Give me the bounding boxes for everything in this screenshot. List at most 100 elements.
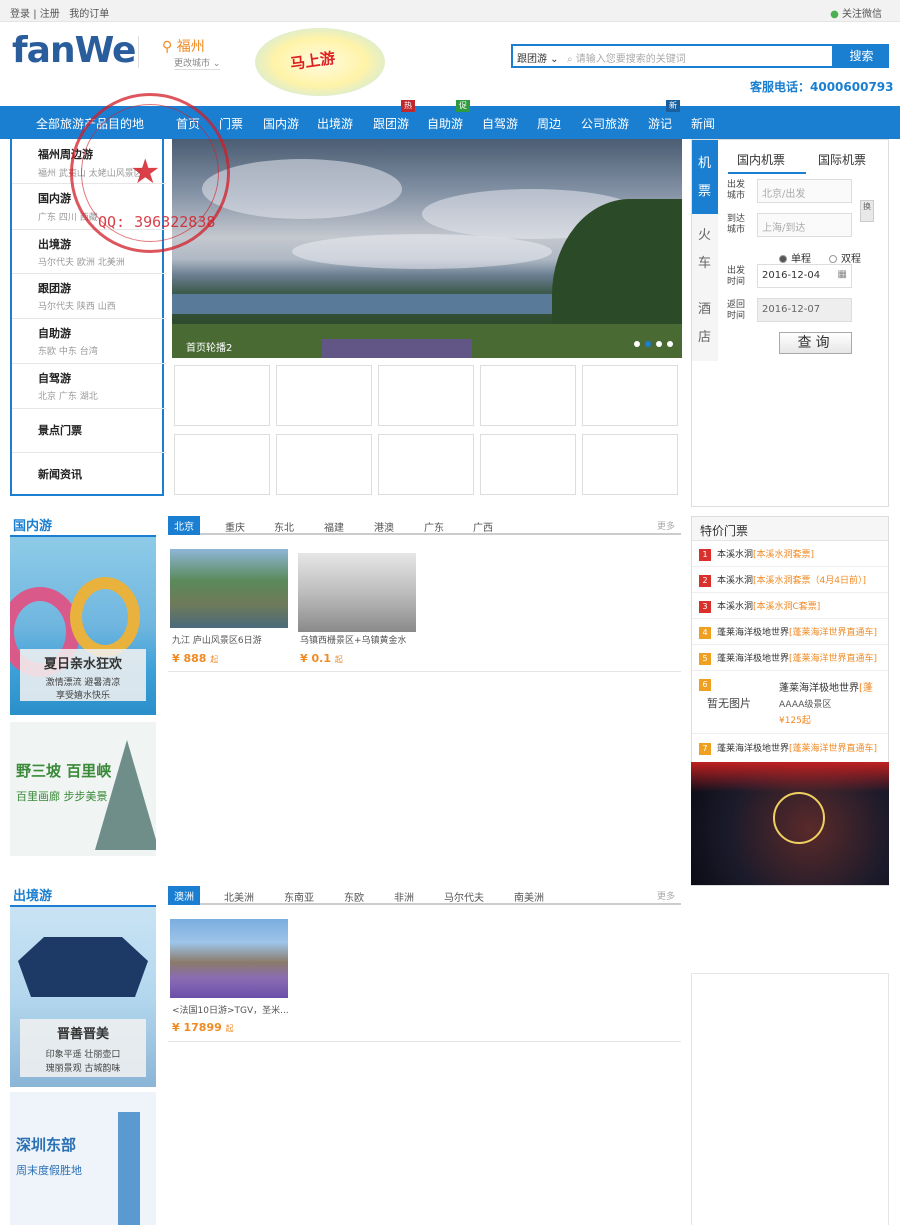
domestic-more-link[interactable]: 更多 — [657, 519, 675, 532]
special-item[interactable]: 7 蓬莱海洋极地世界[蓬莱海洋世界直通车] — [699, 741, 877, 755]
search-type-select[interactable]: 跟团游 ⌄ — [517, 50, 559, 65]
feature-tile[interactable] — [174, 434, 270, 495]
carousel-dot[interactable] — [634, 341, 640, 347]
nav-item-domestic[interactable]: 国内游 — [263, 115, 299, 132]
product-name[interactable]: <法国10日游>TGV，圣米... — [172, 1003, 289, 1016]
feature-tile[interactable] — [480, 434, 576, 495]
tab-maldives[interactable]: 马尔代夫 — [444, 889, 484, 904]
tab-domestic-flights[interactable]: 国内机票 — [737, 151, 785, 168]
nav-item-self-drive[interactable]: 自驾游 — [482, 115, 518, 132]
tab-gangao[interactable]: 港澳 — [374, 519, 394, 534]
no-image-placeholder: 暂无图片 — [707, 697, 751, 710]
feature-tile[interactable] — [174, 365, 270, 426]
shenzhen-promo[interactable]: 深圳东部 周末度假胜地 — [10, 1092, 156, 1225]
search-input[interactable]: ⌕ 请输入您要搜索的关键词 — [567, 50, 686, 65]
nav-item-group-tour[interactable]: 跟团游 — [373, 115, 409, 132]
return-date-input[interactable]: 2016-12-07 — [757, 298, 852, 322]
topbar-separator: | — [33, 9, 37, 20]
item-name: 蓬莱海洋极地世界 — [717, 744, 790, 754]
tab-dongbei[interactable]: 东北 — [274, 519, 294, 534]
tab-eastern-europe[interactable]: 东欧 — [344, 889, 364, 904]
shanxi-promo[interactable]: 晋善晋美 印象平遥 壮丽壶口 瑰丽景观 古城韵味 — [10, 907, 156, 1087]
hero-carousel[interactable] — [172, 139, 682, 358]
tab-southeast-asia[interactable]: 东南亚 — [284, 889, 314, 904]
tab-south-america[interactable]: 南美洲 — [514, 889, 544, 904]
nav-item-outbound[interactable]: 出境游 — [317, 115, 353, 132]
search-flights-button[interactable]: 查询 — [779, 332, 852, 354]
nav-item-tickets[interactable]: 门票 — [219, 115, 243, 132]
tab-hotel[interactable]: 酒店 — [698, 296, 712, 352]
change-city-link[interactable]: 更改城市 ⌄ — [174, 56, 221, 70]
tab-international-flights[interactable]: 国际机票 — [818, 151, 866, 168]
register-link[interactable]: 注册 — [40, 9, 60, 20]
lushan-photo[interactable] — [170, 549, 288, 628]
roundtrip-radio[interactable]: 双程 — [829, 250, 861, 265]
feature-tile[interactable] — [480, 365, 576, 426]
nav-item-news[interactable]: 新闻 — [691, 115, 715, 132]
special-item[interactable]: 4 蓬莱海洋极地世界[蓬莱海洋世界直通车] — [699, 625, 877, 639]
category-attraction-tickets[interactable]: 景点门票 — [38, 422, 82, 438]
category-group[interactable]: 跟团游 — [38, 280, 71, 296]
category-self-guided[interactable]: 自助游 — [38, 325, 71, 341]
product-name[interactable]: 九江 庐山风景区6日游 — [172, 633, 262, 646]
search-button[interactable]: 搜索 — [834, 44, 889, 68]
login-link[interactable]: 登录 — [10, 9, 30, 20]
site-logo[interactable]: fanWe — [12, 30, 136, 71]
special-item-expanded[interactable]: 6 — [699, 677, 717, 691]
nav-item-nearby[interactable]: 周边 — [537, 115, 561, 132]
tab-flights[interactable]: 机票 — [698, 150, 712, 206]
category-outbound[interactable]: 出境游 — [38, 236, 71, 252]
oneway-radio[interactable]: 单程 — [779, 250, 811, 265]
feature-tile[interactable] — [276, 434, 372, 495]
france-photo[interactable] — [170, 919, 288, 998]
tab-beijing[interactable]: 北京 — [168, 516, 200, 535]
city-name: 福州 — [176, 39, 205, 55]
depart-date-input[interactable]: 2016-12-04 ▦ — [757, 264, 852, 288]
nav-item-travelogue[interactable]: 游记 — [648, 115, 672, 132]
feature-tile[interactable] — [378, 365, 474, 426]
category-self-drive[interactable]: 自驾游 — [38, 370, 71, 386]
yesanpo-promo[interactable]: 野三坡 百里峡 百里画廊 步步美景 — [10, 722, 156, 856]
special-item[interactable]: 3 本溪水洞[本溪水洞C套票] — [699, 599, 820, 613]
feature-tile[interactable] — [378, 434, 474, 495]
swap-cities-button[interactable]: 换 — [860, 200, 874, 222]
special-item[interactable]: 1 本溪水洞[本溪水洞套票] — [699, 547, 814, 561]
tab-guangxi[interactable]: 广西 — [473, 519, 493, 534]
nav-item-self-guided[interactable]: 自助游 — [427, 115, 463, 132]
carousel-dot-active[interactable] — [645, 341, 651, 347]
tab-guangdong[interactable]: 广东 — [424, 519, 444, 534]
feature-tile[interactable] — [582, 434, 678, 495]
tab-africa[interactable]: 非洲 — [394, 889, 414, 904]
tab-fujian[interactable]: 福建 — [324, 519, 344, 534]
category-news[interactable]: 新闻资讯 — [38, 466, 82, 482]
feature-tile[interactable] — [582, 365, 678, 426]
carousel-dot[interactable] — [656, 341, 662, 347]
product-price: ¥ 0.1 起 — [300, 652, 343, 665]
carousel-dot[interactable] — [667, 341, 673, 347]
tab-train[interactable]: 火车 — [698, 222, 712, 278]
category-domestic[interactable]: 国内游 — [38, 190, 71, 206]
item-name-expanded[interactable]: 蓬莱海洋极地世界[蓬 — [779, 679, 889, 694]
special-item[interactable]: 2 本溪水洞[本溪水洞套票（4月4日前）] — [699, 573, 866, 587]
nav-item-company-travel[interactable]: 公司旅游 — [581, 115, 629, 132]
header-promo-banner[interactable]: 马上游 — [255, 28, 385, 96]
tab-australia[interactable]: 澳洲 — [168, 886, 200, 905]
current-city[interactable]: ⚲ 福州 — [162, 36, 205, 56]
product-name[interactable]: 乌镇西栅景区+乌镇黄金水 — [300, 633, 407, 646]
outbound-more-link[interactable]: 更多 — [657, 889, 675, 902]
feature-tile[interactable] — [276, 365, 372, 426]
amusement-park-photo[interactable] — [691, 762, 889, 885]
category-self-guided-sub[interactable]: 东欧 中东 台湾 — [38, 344, 98, 357]
tab-chongqing[interactable]: 重庆 — [225, 519, 245, 534]
my-orders-link[interactable]: 我的订单 — [69, 9, 109, 20]
follow-wechat-link[interactable]: 关注微信 — [842, 9, 882, 20]
arrive-city-input[interactable]: 上海/到达 — [757, 213, 852, 237]
tab-north-america[interactable]: 北美洲 — [224, 889, 254, 904]
category-self-drive-sub[interactable]: 北京 广东 湖北 — [38, 389, 98, 402]
category-group-sub[interactable]: 马尔代夫 陕西 山西 — [38, 299, 116, 312]
category-outbound-sub[interactable]: 马尔代夫 欧洲 北美洲 — [38, 255, 125, 268]
wuzhen-photo[interactable] — [298, 553, 416, 632]
depart-city-input[interactable]: 北京/出发 — [757, 179, 852, 203]
special-item[interactable]: 5 蓬莱海洋极地世界[蓬莱海洋世界直通车] — [699, 651, 877, 665]
summer-water-promo[interactable]: 夏日亲水狂欢 激情漂流 避暑清凉 享受嬉水快乐 — [10, 537, 156, 715]
